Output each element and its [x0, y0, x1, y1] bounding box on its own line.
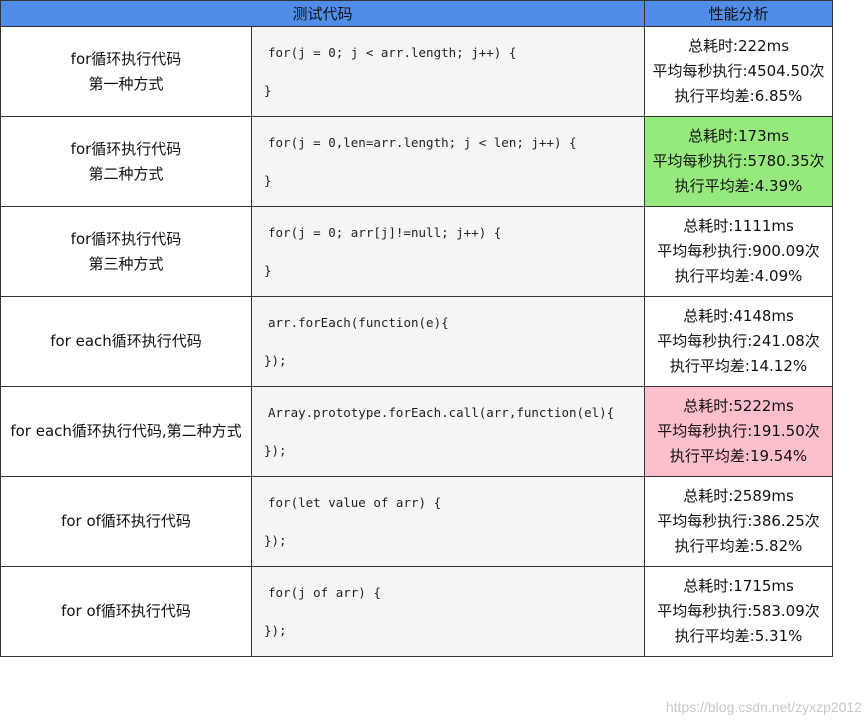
table-row: for循环执行代码 第一种方式 for(j = 0; j < arr.lengt…	[0, 26, 834, 117]
code-cell: for(j of arr) { });	[250, 566, 646, 657]
perf-deviation: 执行平均差:5.82%	[674, 537, 803, 555]
code-line: }	[264, 263, 272, 278]
table-row: for of循环执行代码 for(let value of arr) { });…	[0, 476, 834, 567]
test-name-cell: for each循环执行代码,第二种方式	[0, 386, 252, 477]
code-line: });	[264, 533, 287, 548]
perf-total-time: 总耗时:2589ms	[683, 487, 794, 505]
code-cell: arr.forEach(function(e){ });	[250, 296, 646, 387]
perf-total-time: 总耗时:222ms	[687, 37, 790, 55]
test-name-line: for循环执行代码	[70, 229, 182, 248]
perf-cell-worst: 总耗时:5222ms 平均每秒执行:191.50次 执行平均差:19.54%	[644, 386, 834, 477]
perf-deviation: 执行平均差:19.54%	[669, 447, 808, 465]
perf-ops-per-sec: 平均每秒执行:5780.35次	[652, 152, 825, 170]
code-line: });	[264, 623, 287, 638]
watermark: https://blog.csdn.net/zyxzp2012	[665, 699, 862, 715]
perf-total-time: 总耗时:1111ms	[683, 217, 794, 235]
perf-cell: 总耗时:4148ms 平均每秒执行:241.08次 执行平均差:14.12%	[644, 296, 834, 387]
perf-deviation: 执行平均差:6.85%	[674, 87, 803, 105]
header-perf-column: 性能分析	[644, 0, 834, 27]
table-row: for循环执行代码 第二种方式 for(j = 0,len=arr.length…	[0, 116, 834, 207]
perf-ops-per-sec: 平均每秒执行:583.09次	[657, 602, 820, 620]
test-name-cell: for each循环执行代码	[0, 296, 252, 387]
code-line: arr.forEach(function(e){	[268, 315, 449, 330]
test-name-line: 第二种方式	[88, 164, 164, 183]
test-name-cell: for of循环执行代码	[0, 566, 252, 657]
code-line: for(j = 0; arr[j]!=null; j++) {	[268, 225, 502, 240]
test-name-line: for each循环执行代码	[50, 332, 202, 350]
perf-total-time: 总耗时:5222ms	[683, 397, 794, 415]
code-line: }	[264, 173, 272, 188]
code-cell: for(j = 0,len=arr.length; j < len; j++) …	[250, 116, 646, 207]
code-cell: for(j = 0; j < arr.length; j++) { }	[250, 26, 646, 117]
test-name-line: for循环执行代码	[70, 49, 182, 68]
performance-table: 测试代码 性能分析 for循环执行代码 第一种方式 for(j = 0; j <…	[0, 0, 834, 657]
perf-total-time: 总耗时:4148ms	[683, 307, 794, 325]
header-code-column: 测试代码	[0, 0, 646, 27]
code-line: Array.prototype.forEach.call(arr,functio…	[268, 405, 615, 420]
code-cell: for(let value of arr) { });	[250, 476, 646, 567]
code-line: for(j = 0; j < arr.length; j++) {	[268, 45, 517, 60]
perf-cell-best: 总耗时:173ms 平均每秒执行:5780.35次 执行平均差:4.39%	[644, 116, 834, 207]
perf-ops-per-sec: 平均每秒执行:386.25次	[657, 512, 820, 530]
test-name-line: for循环执行代码	[70, 139, 182, 158]
header-row: 测试代码 性能分析	[0, 0, 834, 27]
perf-deviation: 执行平均差:4.09%	[674, 267, 803, 285]
perf-ops-per-sec: 平均每秒执行:900.09次	[657, 242, 820, 260]
test-name-cell: for of循环执行代码	[0, 476, 252, 567]
table-row: for each循环执行代码,第二种方式 Array.prototype.for…	[0, 386, 834, 477]
table-row: for循环执行代码 第三种方式 for(j = 0; arr[j]!=null;…	[0, 206, 834, 297]
test-name-cell: for循环执行代码 第一种方式	[0, 26, 252, 117]
perf-deviation: 执行平均差:4.39%	[674, 177, 803, 195]
perf-cell: 总耗时:2589ms 平均每秒执行:386.25次 执行平均差:5.82%	[644, 476, 834, 567]
code-line: for(j = 0,len=arr.length; j < len; j++) …	[268, 135, 577, 150]
perf-deviation: 执行平均差:5.31%	[674, 627, 803, 645]
perf-ops-per-sec: 平均每秒执行:4504.50次	[652, 62, 825, 80]
test-name-cell: for循环执行代码 第三种方式	[0, 206, 252, 297]
perf-cell: 总耗时:222ms 平均每秒执行:4504.50次 执行平均差:6.85%	[644, 26, 834, 117]
perf-total-time: 总耗时:1715ms	[683, 577, 794, 595]
perf-total-time: 总耗时:173ms	[687, 127, 790, 145]
test-name-line: for each循环执行代码,第二种方式	[10, 422, 242, 440]
code-line: });	[264, 353, 287, 368]
test-name-line: for of循环执行代码	[61, 602, 191, 620]
test-name-line: 第三种方式	[88, 254, 164, 273]
perf-ops-per-sec: 平均每秒执行:191.50次	[657, 422, 820, 440]
perf-cell: 总耗时:1715ms 平均每秒执行:583.09次 执行平均差:5.31%	[644, 566, 834, 657]
code-cell: for(j = 0; arr[j]!=null; j++) { }	[250, 206, 646, 297]
code-line: for(j of arr) {	[268, 585, 381, 600]
perf-ops-per-sec: 平均每秒执行:241.08次	[657, 332, 820, 350]
table-row: for of循环执行代码 for(j of arr) { }); 总耗时:171…	[0, 566, 834, 657]
test-name-cell: for循环执行代码 第二种方式	[0, 116, 252, 207]
code-line: for(let value of arr) {	[268, 495, 442, 510]
code-line: });	[264, 443, 287, 458]
code-line: }	[264, 83, 272, 98]
perf-cell: 总耗时:1111ms 平均每秒执行:900.09次 执行平均差:4.09%	[644, 206, 834, 297]
code-cell: Array.prototype.forEach.call(arr,functio…	[250, 386, 646, 477]
perf-deviation: 执行平均差:14.12%	[669, 357, 808, 375]
table-row: for each循环执行代码 arr.forEach(function(e){ …	[0, 296, 834, 387]
test-name-line: for of循环执行代码	[61, 512, 191, 530]
test-name-line: 第一种方式	[88, 74, 164, 93]
